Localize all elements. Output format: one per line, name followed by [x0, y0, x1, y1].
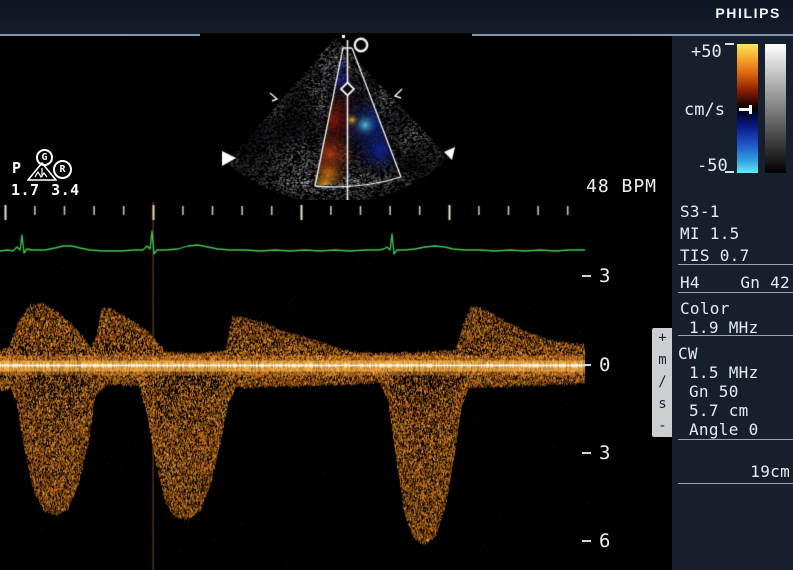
power-values: 1.7 3.4 — [11, 181, 80, 199]
cw-frequency: 1.5 MHz — [689, 363, 759, 382]
unit-s: s — [658, 399, 666, 410]
parameter-sidebar: +50 cm/s -50 S3-1 MI 1.5 TIS 0.7 H4 Gn 4… — [672, 36, 793, 570]
color-scale-top-tick — [725, 43, 734, 52]
cw-gate-depth: 5.7 cm — [689, 401, 749, 420]
sidebar-divider — [678, 292, 793, 293]
mechanical-index: MI 1.5 — [680, 224, 740, 243]
thermal-index: TIS 0.7 — [680, 246, 750, 265]
color-scale-min: -50 — [697, 156, 728, 176]
cw-mode-label: CW — [678, 344, 698, 363]
cw-doppler-spectrogram — [0, 200, 660, 570]
color-scale-bottom-tick — [725, 164, 734, 173]
velocity-scale-stepper[interactable]: + m / s - — [652, 328, 673, 437]
tick-label: 6 — [599, 530, 610, 552]
tick-dash — [582, 275, 591, 277]
velocity-tick-0: 0 — [582, 354, 610, 376]
tick-label: 0 — [599, 354, 610, 376]
philips-logo: PHILIPS — [715, 5, 781, 21]
top-bar: PHILIPS — [0, 0, 793, 36]
tick-label: 3 — [599, 265, 610, 287]
sidebar-divider — [678, 335, 793, 336]
sidebar-divider — [678, 439, 793, 440]
velocity-tick-6: 6 — [582, 530, 610, 552]
power-label: P — [12, 159, 21, 177]
2d-echo-image — [200, 33, 472, 213]
unit-slash: / — [658, 377, 666, 388]
sidebar-divider — [678, 483, 793, 484]
power-indicator-panel: P G R 1.7 3.4 — [10, 148, 80, 200]
tick-dash — [582, 540, 591, 542]
cw-gain: Gn 50 — [689, 382, 739, 401]
heart-rate: 48 BPM — [586, 176, 657, 197]
imaging-depth: 19cm — [750, 462, 790, 481]
decrease-scale-button[interactable]: - — [658, 421, 666, 432]
reject-map-icon: R — [53, 160, 72, 179]
increase-scale-button[interactable]: + — [658, 333, 666, 344]
color-mode-label: Color — [680, 299, 730, 318]
color-scale-max: +50 — [691, 42, 722, 62]
unit-m: m — [658, 355, 666, 366]
zero-velocity-pointer-icon — [739, 105, 754, 114]
tick-dash — [582, 364, 591, 366]
tick-dash — [582, 452, 591, 454]
cw-angle: Angle 0 — [689, 420, 759, 439]
velocity-tick-3: 3 — [582, 442, 610, 464]
harmonic-setting: H4 — [680, 273, 700, 292]
grayscale-bar — [765, 44, 786, 173]
velocity-tick-3: 3 — [582, 265, 610, 287]
tick-label: 3 — [599, 442, 610, 464]
2d-gain: Gn 42 — [740, 273, 790, 292]
color-scale-units: cm/s — [684, 100, 725, 120]
ultrasound-screen: PHILIPS P G R 1.7 3.4 48 BPM 3036 +m/s- … — [0, 0, 793, 570]
transducer-name: S3-1 — [680, 202, 720, 221]
sidebar-divider — [678, 264, 793, 265]
